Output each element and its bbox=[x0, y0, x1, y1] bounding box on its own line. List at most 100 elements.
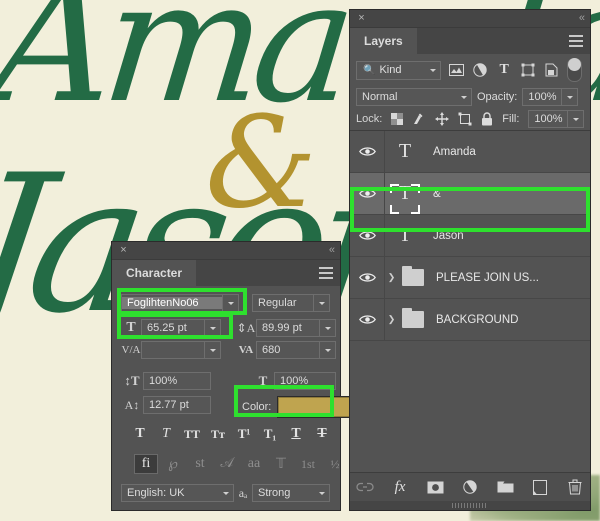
fractions-button[interactable]: ½ bbox=[323, 454, 347, 474]
lock-artboard-nesting-icon[interactable] bbox=[458, 112, 472, 126]
character-panel[interactable]: × « Character FoglihtenNo06 Regular T 65… bbox=[112, 242, 356, 510]
link-layers-icon[interactable] bbox=[356, 478, 374, 496]
chevron-right-icon[interactable]: ❯ bbox=[385, 314, 398, 325]
layers-panel-tabstrip: Layers bbox=[350, 28, 590, 54]
collapse-icon[interactable]: « bbox=[579, 12, 585, 24]
font-family-value: FoglihtenNo06 bbox=[122, 297, 222, 309]
close-icon[interactable]: × bbox=[356, 13, 367, 24]
layer-row[interactable]: ❯ BACKGROUND bbox=[350, 299, 590, 341]
layer-name[interactable]: BACKGROUND bbox=[428, 314, 518, 326]
layer-style-fx-icon[interactable]: fx bbox=[391, 478, 409, 496]
baseline-shift-field[interactable]: 12.77 pt bbox=[143, 396, 211, 414]
fill-field[interactable]: 100% bbox=[528, 110, 585, 128]
ordinals-button[interactable]: 1st bbox=[296, 454, 320, 474]
font-style-field[interactable]: Regular bbox=[252, 294, 330, 312]
text-color-swatch[interactable] bbox=[277, 396, 356, 418]
lock-all-icon[interactable] bbox=[481, 112, 493, 126]
filter-kind-select[interactable]: 🔍 Kind bbox=[356, 60, 442, 80]
new-adjustment-layer-icon[interactable] bbox=[461, 478, 479, 496]
leading-field[interactable]: 89.99 pt bbox=[256, 319, 336, 337]
type-layer-thumbnail: T bbox=[398, 224, 412, 246]
antialias-field[interactable]: Strong bbox=[252, 484, 330, 502]
lock-position-icon[interactable] bbox=[435, 112, 450, 126]
titling-alternates-button[interactable]: 𝕋 bbox=[269, 454, 293, 474]
lock-transparent-pixels-icon[interactable] bbox=[391, 112, 404, 126]
filter-adjustment-layers-icon[interactable] bbox=[472, 62, 489, 79]
layer-visibility-eye-icon[interactable] bbox=[350, 299, 385, 340]
layer-row[interactable]: T & bbox=[350, 173, 590, 215]
layer-visibility-eye-icon[interactable] bbox=[350, 257, 385, 298]
layers-panel[interactable]: × « Layers 🔍 Kind T Normal Opacity: 100%… bbox=[350, 10, 590, 510]
font-size-field[interactable]: 65.25 pt bbox=[141, 319, 221, 337]
close-icon[interactable]: × bbox=[118, 245, 129, 256]
layer-row[interactable]: ❯ PLEASE JOIN US... bbox=[350, 257, 590, 299]
add-layer-mask-icon[interactable] bbox=[426, 478, 444, 496]
contextual-alternates-button[interactable]: ℘ bbox=[161, 454, 185, 474]
layers-panel-menu-icon[interactable] bbox=[569, 35, 583, 47]
lock-image-pixels-icon[interactable] bbox=[412, 112, 426, 126]
vertical-scale-field[interactable]: 100% bbox=[143, 372, 211, 390]
chevron-right-icon[interactable]: ❯ bbox=[385, 272, 398, 283]
tab-layers[interactable]: Layers bbox=[350, 28, 417, 54]
layer-list[interactable]: T Amanda T & T Jason ❯ PLEASE JOIN US... ❯ BACKGR… bbox=[350, 130, 590, 341]
character-panel-menu-icon[interactable] bbox=[319, 267, 333, 279]
layer-filter-row: 🔍 Kind T bbox=[350, 54, 590, 86]
opacity-caret[interactable] bbox=[561, 89, 577, 105]
filter-type-layers-icon[interactable]: T bbox=[496, 62, 513, 79]
filter-kind-caret[interactable] bbox=[425, 62, 440, 79]
font-size-dropdown-caret[interactable] bbox=[204, 320, 220, 336]
character-panel-tabstrip: Character bbox=[112, 260, 340, 286]
layer-visibility-eye-icon[interactable] bbox=[350, 215, 385, 256]
filter-shape-layers-icon[interactable] bbox=[520, 62, 537, 79]
leading-dropdown-caret[interactable] bbox=[319, 320, 335, 336]
tracking-field[interactable]: 680 bbox=[256, 341, 336, 359]
filter-kind-value: Kind bbox=[379, 64, 402, 76]
layer-name[interactable]: Amanda bbox=[425, 146, 476, 158]
font-family-field[interactable]: FoglihtenNo06 bbox=[121, 294, 239, 312]
font-family-dropdown-caret[interactable] bbox=[222, 295, 238, 311]
faux-italic-button[interactable]: T bbox=[154, 426, 178, 442]
swash-button[interactable]: 𝒜 bbox=[215, 454, 239, 474]
kerning-dropdown-caret[interactable] bbox=[204, 342, 220, 358]
folder-icon bbox=[398, 266, 428, 286]
discretionary-ligatures-button[interactable]: st bbox=[188, 454, 212, 474]
underline-button[interactable]: T bbox=[284, 426, 308, 442]
layer-row[interactable]: T Jason bbox=[350, 215, 590, 257]
language-dropdown-caret[interactable] bbox=[218, 485, 233, 501]
tracking-dropdown-caret[interactable] bbox=[319, 342, 335, 358]
superscript-button[interactable]: T¹ bbox=[232, 426, 256, 442]
antialias-dropdown-caret[interactable] bbox=[314, 485, 329, 501]
new-layer-icon[interactable] bbox=[531, 478, 549, 496]
strikethrough-button[interactable]: T bbox=[310, 426, 334, 442]
layer-name[interactable]: PLEASE JOIN US... bbox=[428, 272, 539, 284]
new-group-icon[interactable] bbox=[496, 478, 514, 496]
oldstyle-button[interactable]: aa bbox=[242, 454, 266, 474]
tab-character[interactable]: Character bbox=[112, 260, 197, 286]
collapse-icon[interactable]: « bbox=[329, 244, 335, 256]
filter-smart-object-icon[interactable] bbox=[543, 62, 560, 79]
subscript-button[interactable]: T₁ bbox=[258, 426, 282, 442]
horizontal-scale-field[interactable]: 100% bbox=[274, 372, 336, 390]
standard-ligatures-button[interactable]: fi bbox=[134, 454, 158, 474]
fill-caret[interactable] bbox=[567, 111, 583, 127]
layer-name[interactable]: & bbox=[425, 188, 441, 200]
kerning-field[interactable] bbox=[141, 341, 221, 359]
all-caps-button[interactable]: TT bbox=[180, 427, 204, 442]
layer-visibility-eye-icon[interactable] bbox=[350, 131, 385, 172]
faux-bold-button[interactable]: T bbox=[128, 426, 152, 442]
font-style-value: Regular bbox=[258, 297, 297, 309]
layer-name[interactable]: Jason bbox=[425, 230, 464, 242]
delete-layer-icon[interactable] bbox=[566, 478, 584, 496]
panel-resize-grip[interactable] bbox=[350, 501, 590, 510]
opacity-value: 100% bbox=[528, 91, 557, 103]
language-field[interactable]: English: UK bbox=[121, 484, 234, 502]
filter-enable-toggle[interactable] bbox=[567, 58, 582, 82]
filter-pixel-layers-icon[interactable] bbox=[448, 62, 465, 79]
blend-mode-select[interactable]: Normal bbox=[356, 88, 472, 106]
small-caps-button[interactable]: Tᴛ bbox=[206, 427, 230, 442]
opacity-field[interactable]: 100% bbox=[522, 88, 579, 106]
blend-mode-caret[interactable] bbox=[456, 89, 471, 105]
font-style-dropdown-caret[interactable] bbox=[313, 295, 329, 311]
layer-visibility-eye-icon[interactable] bbox=[350, 173, 385, 214]
layer-row[interactable]: T Amanda bbox=[350, 131, 590, 173]
